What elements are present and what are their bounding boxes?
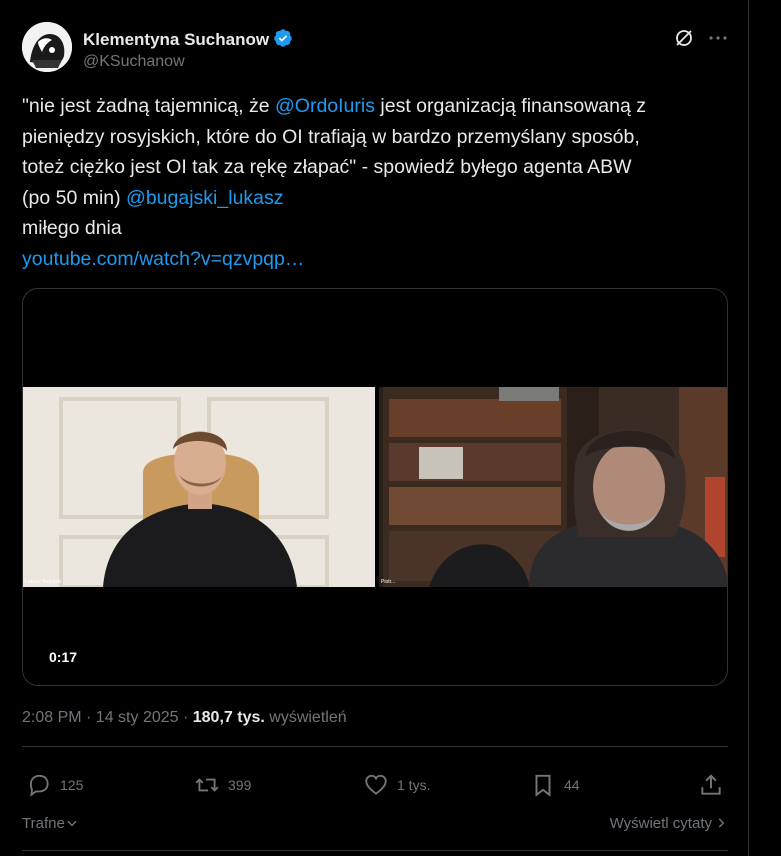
views-label: wyświetleń (264, 709, 347, 726)
tweet-line-1: "nie jest żadną tajemnicą, że @OrdoIuris… (22, 91, 728, 122)
video-player[interactable]: Łukasz Bugajski Piotr... 0:17 (22, 288, 728, 686)
tweet-header: Klementyna Suchanow @KSuchanow (22, 22, 728, 74)
chevron-down-icon (67, 820, 77, 827)
tweet-line-5: miłego dnia (22, 217, 122, 240)
tweet-text-segment: "nie jest żadną tajemnicą, że (22, 95, 275, 117)
more-icon[interactable] (706, 26, 730, 50)
view-quotes-link[interactable]: Wyświetl cytaty (580, 815, 728, 832)
like-count: 1 tys. (397, 777, 431, 793)
mention-ordoiuris[interactable]: @OrdoIuris (275, 95, 375, 117)
view-quotes-label: Wyświetl cytaty (609, 815, 712, 832)
bookmark-button[interactable]: 44 (530, 772, 580, 798)
mention-bugajski[interactable]: @bugajski_lukasz (126, 187, 283, 209)
author-name[interactable]: Klementyna Suchanow (83, 28, 293, 50)
tweet-line-3: toteż ciężko jest OI tak za rękę złapać"… (22, 156, 632, 179)
share-icon (701, 774, 721, 795)
tweet-text: "nie jest żadną tajemnicą, że @OrdoIuris… (22, 91, 728, 275)
tweet-line-4: (po 50 min) @bugajski_lukasz (22, 183, 728, 214)
reply-count: 125 (60, 777, 84, 793)
tweet-meta: 2:08 PM · 14 sty 2025 · 180,7 tys. wyświ… (22, 709, 347, 727)
divider (22, 850, 728, 851)
participant-label-left: Łukasz Bugajski (25, 579, 62, 585)
reply-icon (29, 774, 49, 797)
author-handle[interactable]: @KSuchanow (83, 53, 185, 71)
verified-badge-icon (274, 29, 292, 47)
retweet-icon (195, 778, 219, 792)
grok-icon[interactable] (672, 26, 696, 50)
sort-label: Trafne (22, 815, 65, 832)
tweet-column: Klementyna Suchanow @KSuchanow "nie jest… (0, 0, 748, 856)
video-pane-right: Piotr... (379, 387, 727, 587)
youtube-link[interactable]: youtube.com/watch?v=qzvpqp… (22, 244, 728, 275)
share-button[interactable] (698, 772, 732, 798)
column-border (748, 0, 749, 856)
tweet-text-segment: (po 50 min) (22, 186, 127, 209)
divider (22, 746, 728, 747)
bookmark-icon (535, 774, 551, 797)
retweet-count: 399 (228, 777, 252, 793)
tweet-line-2: pieniędzy rosyjskich, które do OI trafia… (22, 125, 640, 148)
video-timestamp: 0:17 (49, 649, 78, 665)
bookmark-count: 44 (564, 777, 580, 793)
like-button[interactable]: 1 tys. (363, 772, 430, 798)
author-name-text[interactable]: Klementyna Suchanow (83, 30, 269, 49)
like-icon (365, 774, 387, 795)
video-frame[interactable]: Łukasz Bugajski Piotr... (23, 387, 727, 587)
action-bar: 125 399 1 tys. 44 (22, 762, 728, 808)
post-time[interactable]: 2:08 PM · 14 sty 2025 · (22, 709, 193, 726)
chevron-right-icon (718, 818, 725, 828)
reply-button[interactable]: 125 (26, 772, 83, 798)
retweet-button[interactable]: 399 (194, 772, 251, 798)
avatar[interactable] (22, 22, 72, 72)
tweet-text-segment: jest organizacją finansowaną z (374, 95, 646, 117)
sort-dropdown[interactable]: Trafne (22, 815, 79, 832)
video-pane-left: Łukasz Bugajski (23, 387, 375, 587)
participant-label-right: Piotr... (381, 579, 396, 585)
views-count: 180,7 tys. (192, 709, 265, 726)
